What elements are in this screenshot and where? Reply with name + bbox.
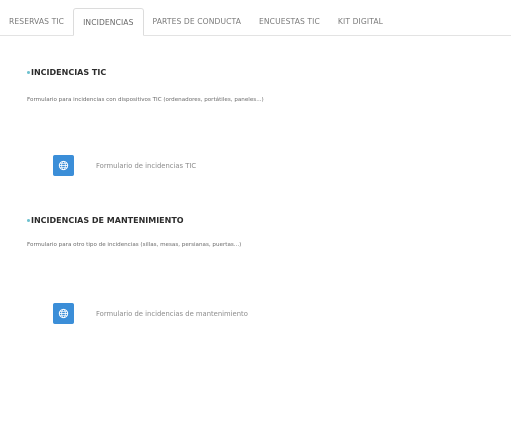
tab-bar: RESERVAS TIC INCIDENCIAS PARTES DE CONDU… — [0, 0, 511, 36]
link-formulario-incidencias-mantenimiento[interactable]: Formulario de incidencias de mantenimien… — [53, 303, 248, 324]
section-description: Formulario para incidencias con disposit… — [27, 97, 264, 103]
tab-reservas-tic[interactable]: RESERVAS TIC — [0, 7, 73, 35]
section-title-text: INCIDENCIAS DE MANTENIMIENTO — [31, 216, 184, 225]
section-description: Formulario para otro tipo de incidencias… — [27, 242, 242, 248]
link-formulario-incidencias-tic[interactable]: Formulario de incidencias TIC — [53, 155, 196, 176]
section-title-incidencias-mantenimiento: INCIDENCIAS DE MANTENIMIENTO — [27, 216, 184, 225]
bullet-icon — [27, 219, 30, 222]
section-title-incidencias-tic: INCIDENCIAS TIC — [27, 68, 106, 77]
tab-kit-digital[interactable]: KIT DIGITAL — [329, 7, 392, 35]
link-label[interactable]: Formulario de incidencias de mantenimien… — [96, 310, 248, 318]
tab-incidencias[interactable]: INCIDENCIAS — [73, 8, 144, 36]
globe-icon[interactable] — [53, 155, 74, 176]
tab-encuestas-tic[interactable]: ENCUESTAS TIC — [250, 7, 329, 35]
bullet-icon — [27, 71, 30, 74]
tab-partes-de-conducta[interactable]: PARTES DE CONDUCTA — [144, 7, 250, 35]
globe-icon[interactable] — [53, 303, 74, 324]
link-label[interactable]: Formulario de incidencias TIC — [96, 162, 196, 170]
section-title-text: INCIDENCIAS TIC — [31, 68, 107, 77]
